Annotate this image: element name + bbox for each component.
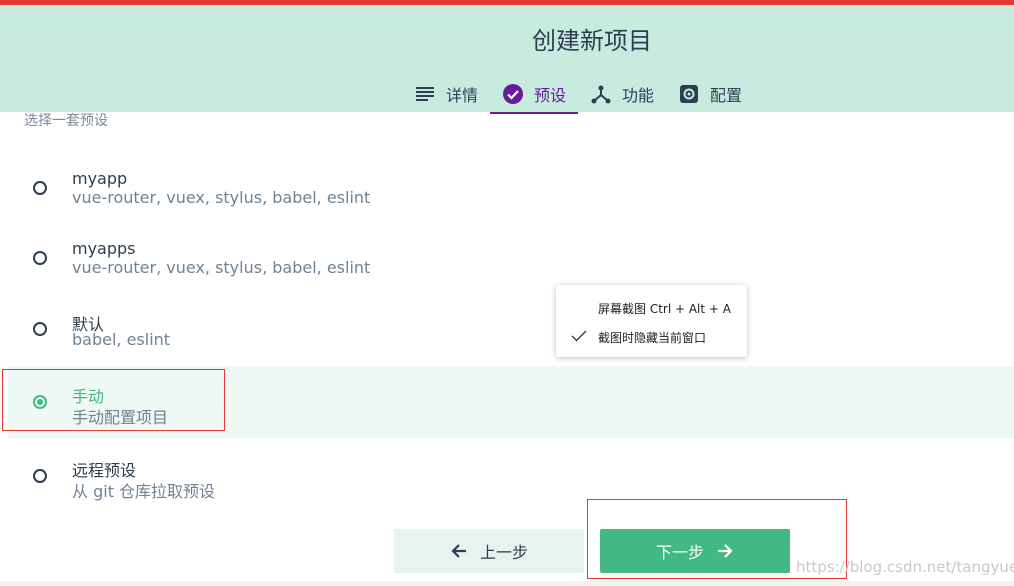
tab-config[interactable]: 配置 <box>666 75 754 113</box>
page-title: 创建新项目 <box>532 27 652 55</box>
back-button[interactable]: 上一步 <box>394 529 584 573</box>
arrow-left-icon <box>450 541 470 561</box>
menu-item-hide-window[interactable]: 截图时隐藏当前窗口 <box>556 325 747 347</box>
tab-label: 详情 <box>446 86 479 105</box>
preset-item-myapp[interactable]: myapp vue-router, vuex, stylus, babel, e… <box>0 152 1014 224</box>
radio-button[interactable] <box>33 181 47 195</box>
preset-name: myapp <box>72 169 128 188</box>
preset-item-myapps[interactable]: myapps vue-router, vuex, stylus, babel, … <box>0 222 1014 294</box>
tab-label: 功能 <box>622 86 655 105</box>
preset-description: babel, eslint <box>72 330 171 349</box>
check-circle-icon <box>502 83 524 105</box>
radio-button[interactable] <box>33 322 47 336</box>
preset-item-default[interactable]: 默认 babel, eslint <box>0 294 1014 366</box>
preset-item-remote[interactable]: 远程预设 从 git 仓库拉取预设 <box>0 440 1014 512</box>
page-header: 创建新项目 详情 预设 功能 配置 <box>0 5 1014 114</box>
tab-features[interactable]: 功能 <box>578 75 666 113</box>
highlight-box-manual <box>2 369 225 431</box>
step-tabs: 详情 预设 功能 配置 <box>402 75 754 114</box>
tab-presets[interactable]: 预设 <box>490 75 579 114</box>
list-icon <box>414 83 436 105</box>
radio-button[interactable] <box>33 469 47 483</box>
bottom-strip <box>0 581 1014 586</box>
menu-item-screenshot[interactable]: 屏幕截图 Ctrl + Alt + A <box>556 296 747 318</box>
watermark: https://blog.csdn.net/tangyuer <box>796 558 1014 576</box>
context-menu: 屏幕截图 Ctrl + Alt + A 截图时隐藏当前窗口 <box>556 285 747 357</box>
tab-label: 预设 <box>534 86 567 105</box>
back-button-label: 上一步 <box>479 543 528 562</box>
menu-item-label: 截图时隐藏当前窗口 <box>598 331 707 345</box>
preset-description: 从 git 仓库拉取预设 <box>72 482 216 501</box>
tab-details[interactable]: 详情 <box>402 75 490 113</box>
tab-label: 配置 <box>710 86 743 105</box>
gear-icon <box>678 83 700 105</box>
checkmark-icon <box>571 328 587 344</box>
preset-description: vue-router, vuex, stylus, babel, eslint <box>72 258 371 277</box>
section-hint: 选择一套预设 <box>24 113 108 126</box>
radio-button[interactable] <box>33 251 47 265</box>
preset-description: vue-router, vuex, stylus, babel, eslint <box>72 188 371 207</box>
preset-name: myapps <box>72 239 136 258</box>
menu-item-label: 屏幕截图 Ctrl + Alt + A <box>598 302 731 316</box>
fork-icon <box>590 83 612 105</box>
